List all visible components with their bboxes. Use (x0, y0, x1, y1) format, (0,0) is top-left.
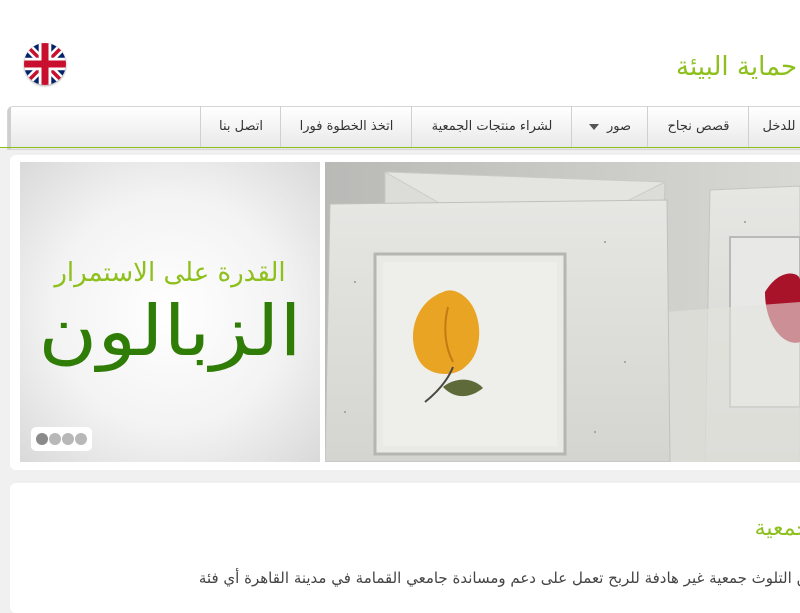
nav-edge (8, 107, 11, 149)
nav-item-photos[interactable]: صور (571, 106, 648, 148)
section-title: جمعية (754, 516, 800, 541)
nav-item-success-stories[interactable]: قصص نجاح (647, 106, 749, 148)
nav-item-login[interactable]: للدخل (748, 106, 800, 148)
slider-dot-1[interactable] (36, 433, 48, 445)
nav-item-buy-products[interactable]: لشراء منتجات الجمعية (411, 106, 572, 148)
nav-item-contact[interactable]: اتصل بنا (200, 106, 281, 148)
slide-brand-name: الزبالون (38, 290, 302, 372)
slider-dot-3[interactable] (62, 433, 74, 445)
nav-item-photos-label: صور (606, 119, 632, 134)
site-title: طة حماية البيئة (676, 52, 800, 82)
slider-dot-2[interactable] (49, 433, 61, 445)
intro-paragraph: من التلوث جمعية غير هادفة للربح تعمل على… (198, 569, 800, 587)
chevron-down-icon (588, 123, 599, 130)
nav-item-take-step[interactable]: اتخذ الخطوة فورا (280, 106, 412, 148)
slide-image (325, 162, 800, 462)
slider-dot-4[interactable] (75, 433, 87, 445)
content-section (10, 483, 800, 613)
uk-flag-icon[interactable] (24, 43, 66, 85)
slide-tagline: القدرة على الاستمرار (54, 258, 286, 288)
nav-underline (0, 147, 800, 148)
